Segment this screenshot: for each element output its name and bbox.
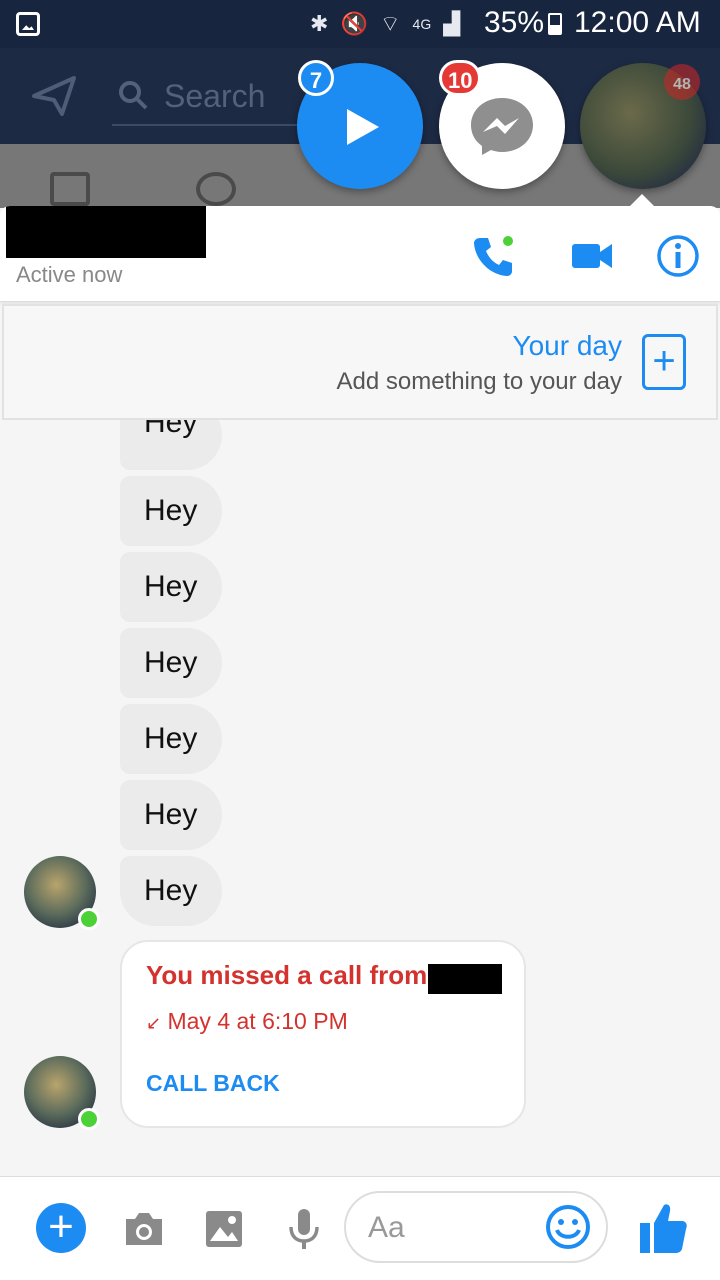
status-bar: ✱ 🔇 ⌔ 4G ▟ 35% 12:00 AM	[0, 0, 720, 48]
clock: 12:00 AM	[574, 6, 701, 39]
gallery-icon[interactable]	[200, 1205, 248, 1253]
mute-icon: 🔇	[340, 11, 368, 36]
search-icon[interactable]	[118, 80, 148, 110]
messenger-badge: 10	[439, 60, 482, 96]
more-actions-button[interactable]: +	[36, 1203, 86, 1253]
missed-call-time: ↙ May 4 at 6:10 PM	[146, 1008, 348, 1035]
missed-call-time-text: May 4 at 6:10 PM	[167, 1008, 348, 1034]
missed-call-title: You missed a call from	[146, 960, 428, 990]
message-composer: + Aa	[0, 1176, 720, 1280]
message-input-placeholder: Aa	[368, 1211, 405, 1244]
contact-avatar[interactable]	[24, 1056, 100, 1130]
message-bubble[interactable]: Hey	[120, 628, 222, 698]
conversation-header: Active now	[0, 206, 720, 302]
online-indicator	[78, 1108, 100, 1130]
active-status: Active now	[16, 262, 123, 287]
search-underline	[112, 124, 302, 126]
redacted-contact-name	[6, 206, 206, 258]
message-bubble[interactable]: Hey	[120, 780, 222, 850]
messenger-icon	[471, 98, 533, 155]
search-input[interactable]: Search	[164, 78, 265, 115]
message-bubble[interactable]: Hey	[120, 856, 222, 926]
chat-panel: Active now Your day Add something to you…	[0, 206, 720, 1280]
tab-play-icon[interactable]	[196, 172, 236, 206]
voice-call-icon[interactable]	[472, 234, 516, 278]
your-day-title: Your day	[512, 330, 623, 361]
online-indicator	[78, 908, 100, 930]
message-bubble[interactable]: Hey	[120, 704, 222, 774]
tab-home-icon[interactable]	[50, 172, 90, 206]
contact-badge: 48	[664, 64, 700, 100]
send-icon[interactable]	[32, 76, 76, 116]
like-icon[interactable]	[638, 1201, 688, 1255]
message-input[interactable]: Aa	[344, 1191, 608, 1263]
battery-percent: 35%	[484, 6, 545, 39]
contact-avatar[interactable]	[24, 856, 100, 930]
redacted-caller-name	[428, 964, 502, 994]
status-icons: ✱ 🔇 ⌔ 4G ▟	[310, 8, 460, 40]
play-badge: 7	[298, 60, 334, 96]
camera-icon[interactable]	[120, 1205, 168, 1253]
info-icon[interactable]	[656, 234, 700, 278]
video-call-icon[interactable]	[570, 234, 614, 278]
wifi-icon: ⌔	[379, 11, 401, 36]
battery-icon	[548, 13, 562, 35]
microphone-icon[interactable]	[280, 1205, 328, 1253]
missed-call-arrow-icon: ↙	[146, 1013, 162, 1033]
add-story-icon[interactable]: +	[642, 334, 686, 390]
emoji-icon[interactable]	[544, 1203, 592, 1251]
signal-icon: ▟	[443, 11, 461, 36]
your-day-subtitle: Add something to your day	[336, 368, 622, 395]
message-bubble[interactable]: Hey	[120, 552, 222, 622]
your-day-banner[interactable]: Your day Add something to your day +	[2, 304, 718, 420]
network-type: 4G	[412, 16, 432, 32]
bluetooth-icon: ✱	[310, 11, 329, 36]
missed-call-card: You missed a call from ↙ May 4 at 6:10 P…	[120, 940, 526, 1128]
message-bubble[interactable]: Hey	[120, 476, 222, 546]
call-back-button[interactable]: CALL BACK	[146, 1070, 280, 1097]
gallery-notification-icon	[16, 12, 40, 36]
